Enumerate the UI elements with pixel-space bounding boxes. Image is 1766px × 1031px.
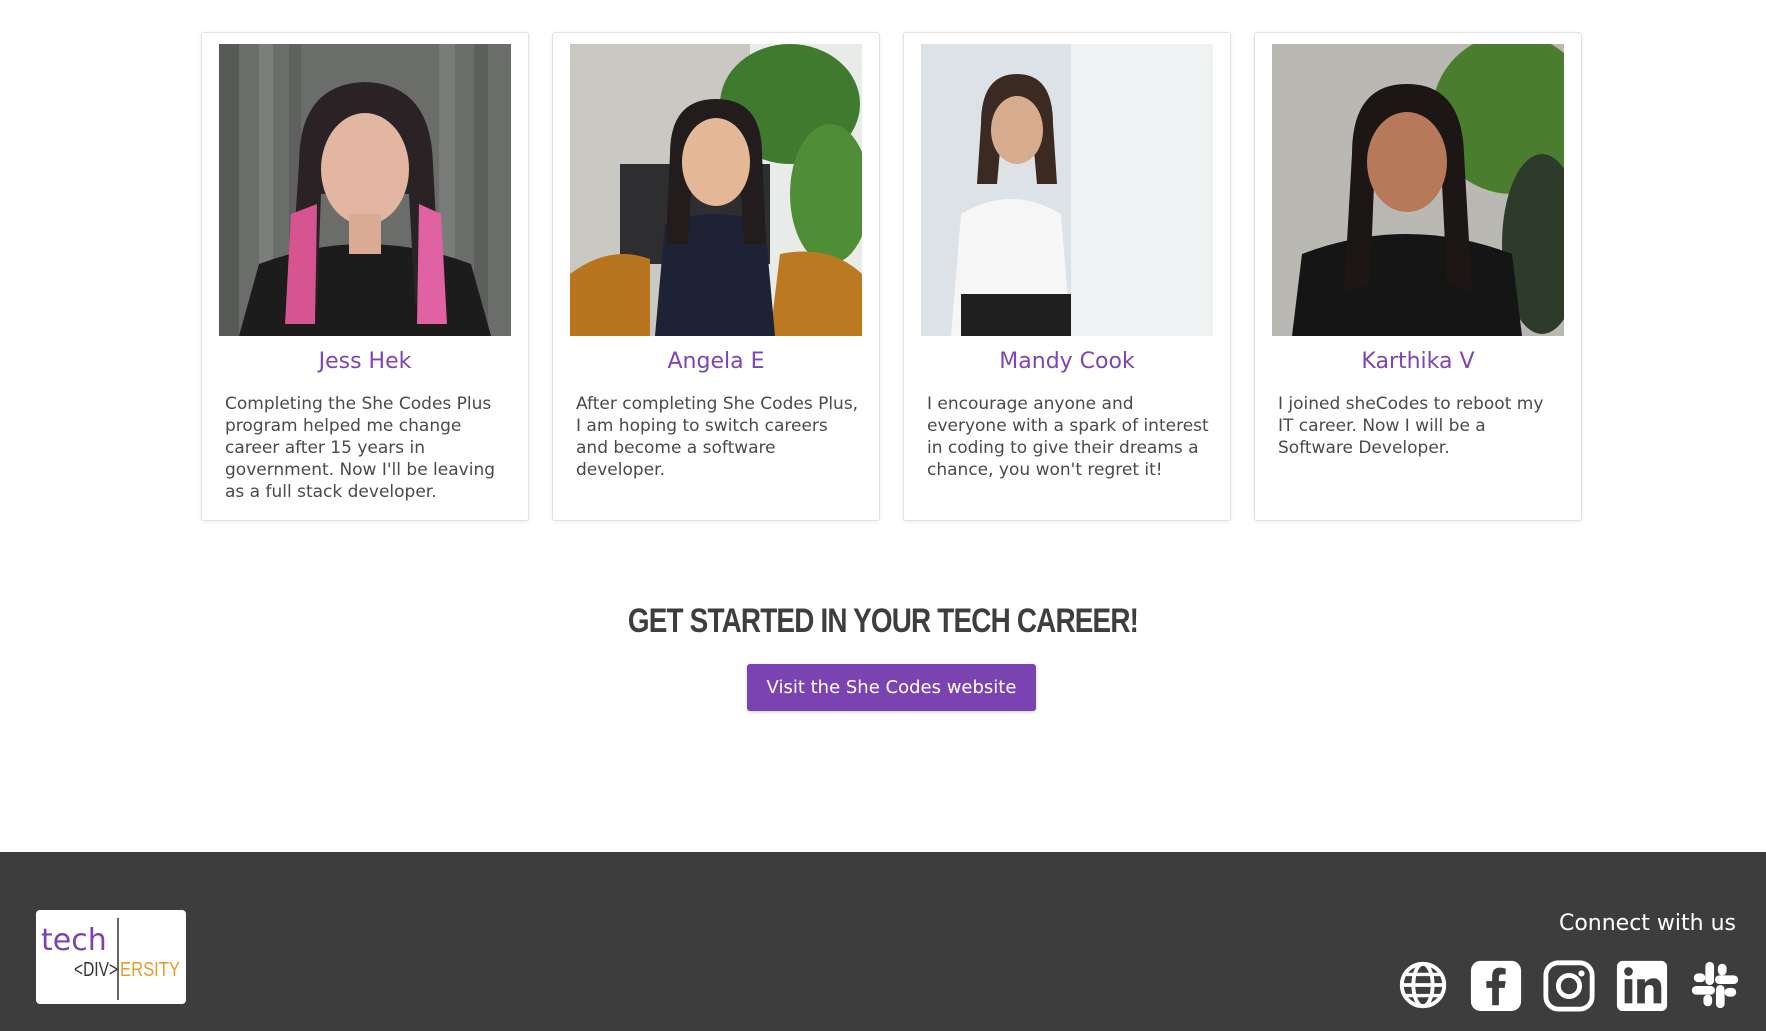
- profile-photo: [570, 44, 862, 336]
- testimonial-card: Jess Hek Completing the She Codes Plus p…: [201, 32, 529, 521]
- testimonial-cards: Jess Hek Completing the She Codes Plus p…: [201, 32, 1583, 521]
- profile-photo: [921, 44, 1213, 336]
- facebook-icon[interactable]: [1469, 957, 1523, 1013]
- slack-icon[interactable]: [1688, 957, 1742, 1013]
- testimonial-quote: After completing She Codes Plus, I am ho…: [576, 394, 859, 480]
- cta-heading: GET STARTED IN YOUR TECH CAREER!: [627, 602, 1139, 640]
- testimonial-quote: I joined sheCodes to reboot my IT career…: [1278, 394, 1544, 458]
- testimonial-card: Angela E After completing She Codes Plus…: [552, 32, 880, 521]
- testimonial-name: Karthika V: [1361, 349, 1475, 374]
- site-footer: tech <DIV> ERSITY Connect with us: [0, 852, 1766, 1031]
- profile-photo: [1272, 44, 1564, 336]
- testimonial-name: Mandy Cook: [999, 349, 1135, 374]
- instagram-icon[interactable]: [1542, 957, 1596, 1013]
- svg-text:tech: tech: [41, 923, 107, 958]
- testimonial-quote: I encourage anyone and everyone with a s…: [927, 394, 1209, 480]
- svg-text:<DIV>: <DIV>: [74, 959, 118, 981]
- tech-diversity-logo[interactable]: tech <DIV> ERSITY: [36, 910, 186, 1004]
- svg-text:ERSITY: ERSITY: [120, 959, 180, 981]
- connect-label: Connect with us: [1558, 911, 1736, 936]
- globe-icon[interactable]: [1396, 957, 1450, 1013]
- social-links: [1396, 957, 1742, 1013]
- testimonial-card: Karthika V I joined sheCodes to reboot m…: [1254, 32, 1582, 521]
- profile-photo: [219, 44, 511, 336]
- testimonial-name: Angela E: [667, 349, 765, 374]
- linkedin-icon[interactable]: [1615, 957, 1669, 1013]
- testimonial-name: Jess Hek: [318, 349, 412, 374]
- testimonial-quote: Completing the She Codes Plus program he…: [225, 394, 496, 502]
- visit-website-button[interactable]: Visit the She Codes website: [747, 664, 1036, 711]
- testimonial-card: Mandy Cook I encourage anyone and everyo…: [903, 32, 1231, 521]
